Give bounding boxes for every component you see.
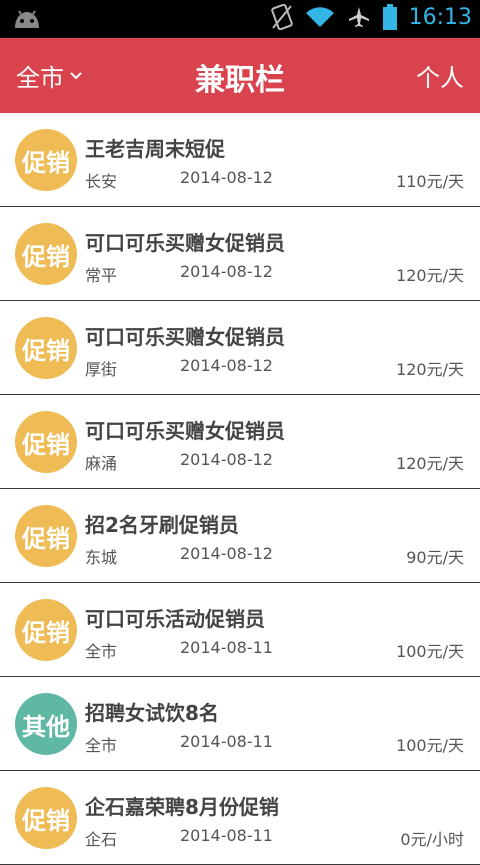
job-pay: 100元/天 [396,642,464,661]
job-list-item[interactable]: 促销 可口可乐活动促销员全市 2014-08-11 100元/天 [0,583,480,677]
profile-button[interactable]: 个人 [416,58,464,93]
job-location: 企石 [85,830,118,849]
android-icon [15,10,39,28]
category-badge: 其他 [15,693,77,755]
job-location: 麻涌 [85,454,118,473]
job-date: 2014-08-11 [180,638,273,657]
app-header: 全市 兼职栏 个人 [0,38,480,113]
status-bar: 16:13 [0,0,480,38]
job-pay: 90元/天 [406,548,464,567]
job-title: 可口可乐买赠女促销员 [85,231,285,255]
clock: 16:13 [408,4,472,30]
job-pay: 120元/天 [396,360,464,379]
job-title: 可口可乐活动促销员 [85,607,265,631]
category-badge: 促销 [15,223,77,285]
job-location: 厚街 [85,360,118,379]
category-badge: 促销 [15,411,77,473]
job-list-item[interactable]: 促销 王老吉周末短促长安 2014-08-12 110元/天 [0,113,480,207]
job-date: 2014-08-12 [180,450,273,469]
job-title: 可口可乐买赠女促销员 [85,325,285,349]
battery-icon [382,4,397,30]
wifi-icon [305,7,334,27]
job-location: 东城 [85,548,118,567]
job-pay: 120元/天 [396,454,464,473]
category-badge: 促销 [15,129,77,191]
category-badge: 促销 [15,317,77,379]
job-pay: 0元/小时 [400,830,464,849]
job-list-item[interactable]: 促销 可口可乐买赠女促销员厚街 2014-08-12 120元/天 [0,301,480,395]
job-pay: 100元/天 [396,736,464,755]
category-badge: 促销 [15,599,77,661]
job-date: 2014-08-12 [180,356,273,375]
job-date: 2014-08-12 [180,544,273,563]
job-date: 2014-08-12 [180,168,273,187]
job-location: 全市 [85,642,118,661]
job-list-item[interactable]: 促销 可口可乐买赠女促销员麻涌 2014-08-12 120元/天 [0,395,480,489]
job-list-item[interactable]: 促销 可口可乐买赠女促销员常平 2014-08-12 120元/天 [0,207,480,301]
job-title: 可口可乐买赠女促销员 [85,419,285,443]
job-title: 招聘女试饮8名 [85,701,219,725]
job-title: 企石嘉荣聘8月份促销 [85,795,279,819]
no-sim-icon [270,4,293,30]
job-list-item[interactable]: 促销 招2名牙刷促销员东城 2014-08-12 90元/天 [0,489,480,583]
job-list: 促销 王老吉周末短促 长安 2014-08-12 110元/天 促销 可口可乐买赠女促销员常… [0,113,480,865]
job-list-item[interactable]: 其他 招聘女试饮8名全市 2014-08-11 100元/天 [0,677,480,771]
job-location: 常平 [85,266,118,285]
job-pay: 120元/天 [396,266,464,285]
job-list-item[interactable]: 促销 企石嘉荣聘8月份促销企石 2014-08-11 0元/小时 [0,771,480,865]
job-location: 全市 [85,736,118,755]
job-date: 2014-08-11 [180,732,273,751]
job-date: 2014-08-11 [180,826,273,845]
category-badge: 促销 [15,505,77,567]
job-date: 2014-08-12 [180,262,273,281]
page-title: 兼职栏 [195,63,285,98]
category-badge: 促销 [15,787,77,849]
job-title: 招2名牙刷促销员 [85,513,239,537]
airplane-icon [348,7,369,27]
job-title: 王老吉周末短促 [85,137,225,161]
job-pay: 110元/天 [396,172,464,191]
job-location: 长安 [85,172,118,191]
